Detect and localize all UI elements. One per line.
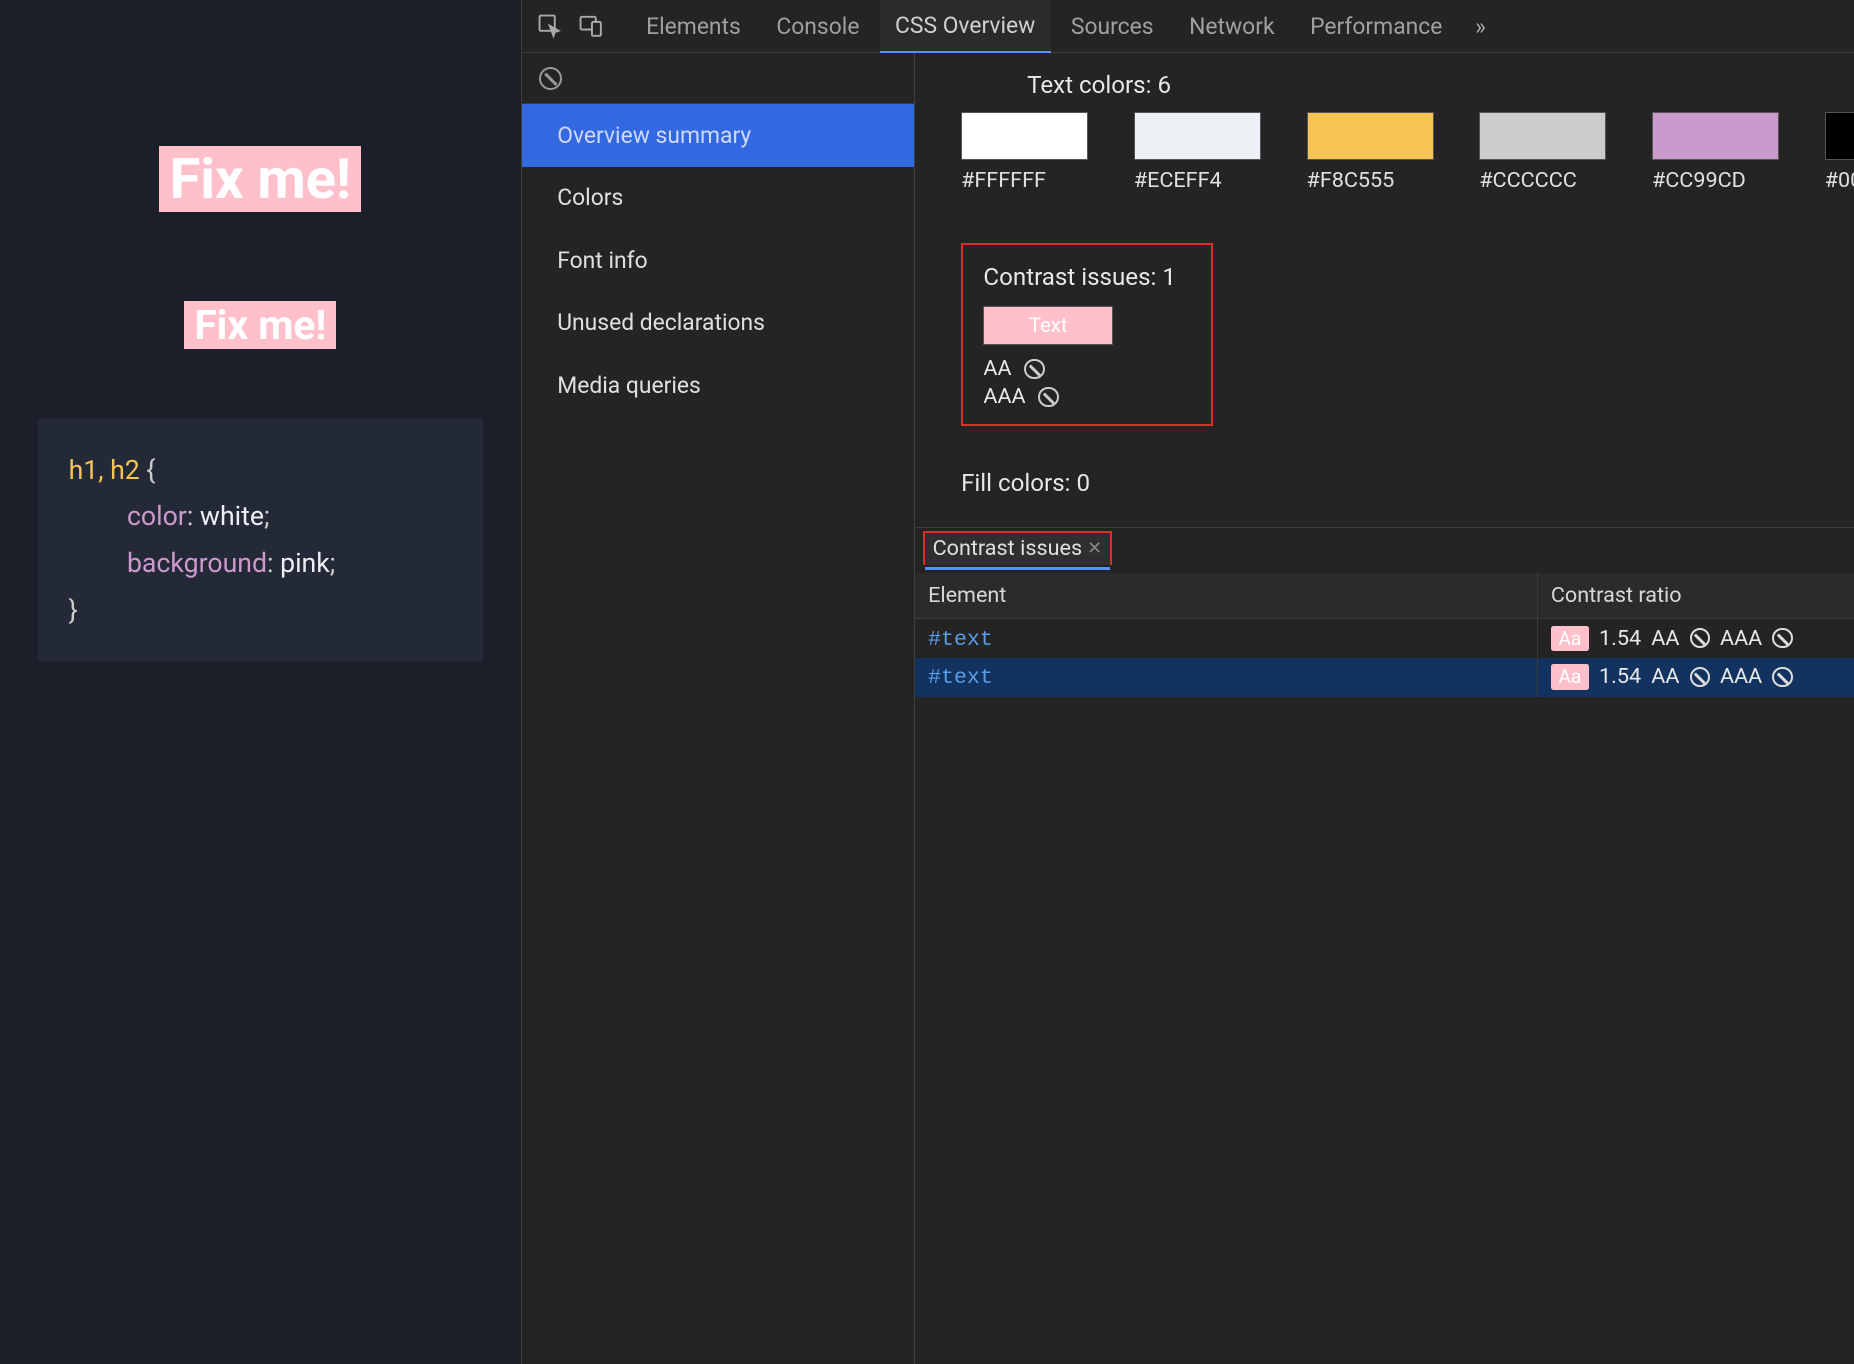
contrast-issues-panel: Contrast issues ✕ Element Contrast ratio… xyxy=(915,527,1854,849)
tab-sources[interactable]: Sources xyxy=(1056,0,1169,53)
sidebar-item-unused-declarations[interactable]: Unused declarations xyxy=(522,292,915,355)
color-chip: Aa xyxy=(1551,664,1589,690)
page-h1: Fix me! xyxy=(159,146,361,212)
tab-performance[interactable]: Performance xyxy=(1295,0,1458,53)
element-link[interactable]: #text xyxy=(928,666,993,690)
close-tab-icon[interactable]: ✕ xyxy=(1087,539,1102,559)
fill-colors-title: Fill colors: 0 xyxy=(961,469,1854,497)
swatch-2[interactable]: #ECEFF4 xyxy=(1134,112,1261,193)
ratio-value: 1.54 xyxy=(1599,626,1641,651)
ratio-value: 1.54 xyxy=(1599,664,1641,689)
tab-network[interactable]: Network xyxy=(1174,0,1290,53)
swatch-5[interactable]: #CC99CD xyxy=(1652,112,1779,193)
contrast-aa-label: AA xyxy=(983,355,1011,383)
rendered-page-pane: Fix me! Fix me! h1, h2 { color: white; b… xyxy=(0,0,521,1364)
fail-icon xyxy=(1038,387,1058,407)
color-chip: Aa xyxy=(1551,626,1589,652)
swatch-3[interactable]: #F8C555 xyxy=(1307,112,1434,193)
contrast-issues-card: Contrast issues: 1 Text AA AAA xyxy=(961,243,1212,425)
code-prop-2: background xyxy=(127,547,267,579)
contrast-issues-title: Contrast issues: 1 xyxy=(983,263,1190,291)
contrast-aaa-label: AAA xyxy=(983,383,1025,411)
text-colors-title: Text colors: 6 xyxy=(961,71,1854,99)
more-tabs-icon[interactable]: » xyxy=(1463,8,1499,44)
fail-icon xyxy=(1024,359,1044,379)
css-overview-content: Text colors: 6 #FFFFFF #ECEFF4 #F8C555 xyxy=(915,53,1854,527)
fail-icon xyxy=(1772,628,1792,648)
col-contrast-ratio[interactable]: Contrast ratio xyxy=(1538,573,1854,619)
aaa-label: AAA xyxy=(1720,626,1762,651)
aaa-label: AAA xyxy=(1720,664,1762,689)
fail-icon xyxy=(1772,667,1792,687)
swatch-6[interactable]: #000000 xyxy=(1825,112,1854,193)
tab-elements[interactable]: Elements xyxy=(631,0,756,53)
css-overview-sidebar: Overview summary Colors Font info Unused… xyxy=(522,53,916,1364)
fail-icon xyxy=(1690,628,1710,648)
code-selector: h1, h2 xyxy=(69,454,140,486)
bottom-tab-contrast-issues[interactable]: Contrast issues ✕ xyxy=(923,531,1112,566)
contrast-issues-table: Element Contrast ratio #text Aa 1.54 AA xyxy=(915,573,1854,697)
tab-css-overview[interactable]: CSS Overview xyxy=(880,0,1051,53)
tab-console[interactable]: Console xyxy=(761,0,875,53)
swatch-4[interactable]: #CCCCCC xyxy=(1479,112,1606,193)
devtools-pane: Elements Console CSS Overview Sources Ne… xyxy=(521,0,1854,1364)
col-element[interactable]: Element xyxy=(915,573,1537,619)
table-row[interactable]: #text Aa 1.54 AA AAA xyxy=(915,619,1854,658)
clear-overview-icon[interactable] xyxy=(522,53,915,104)
inspect-icon[interactable] xyxy=(532,8,568,44)
device-toggle-icon[interactable] xyxy=(572,8,608,44)
table-row[interactable]: #text Aa 1.54 AA AAA xyxy=(915,658,1854,697)
sidebar-item-font-info[interactable]: Font info xyxy=(522,229,915,292)
code-val-1: white xyxy=(200,500,264,532)
page-h2: Fix me! xyxy=(184,301,336,349)
code-prop-1: color xyxy=(127,500,187,532)
devtools-tabbar: Elements Console CSS Overview Sources Ne… xyxy=(522,0,1854,53)
code-val-2: pink xyxy=(280,547,330,579)
swatch-1[interactable]: #FFFFFF xyxy=(961,112,1088,193)
code-block: h1, h2 { color: white; background: pink;… xyxy=(38,419,483,662)
contrast-sample-swatch[interactable]: Text xyxy=(983,306,1113,344)
aa-label: AA xyxy=(1651,664,1679,689)
sidebar-item-overview-summary[interactable]: Overview summary xyxy=(522,104,915,167)
fail-icon xyxy=(1690,667,1710,687)
sidebar-item-colors[interactable]: Colors xyxy=(522,167,915,230)
aa-label: AA xyxy=(1651,626,1679,651)
sidebar-item-media-queries[interactable]: Media queries xyxy=(522,354,915,417)
element-link[interactable]: #text xyxy=(928,628,993,652)
